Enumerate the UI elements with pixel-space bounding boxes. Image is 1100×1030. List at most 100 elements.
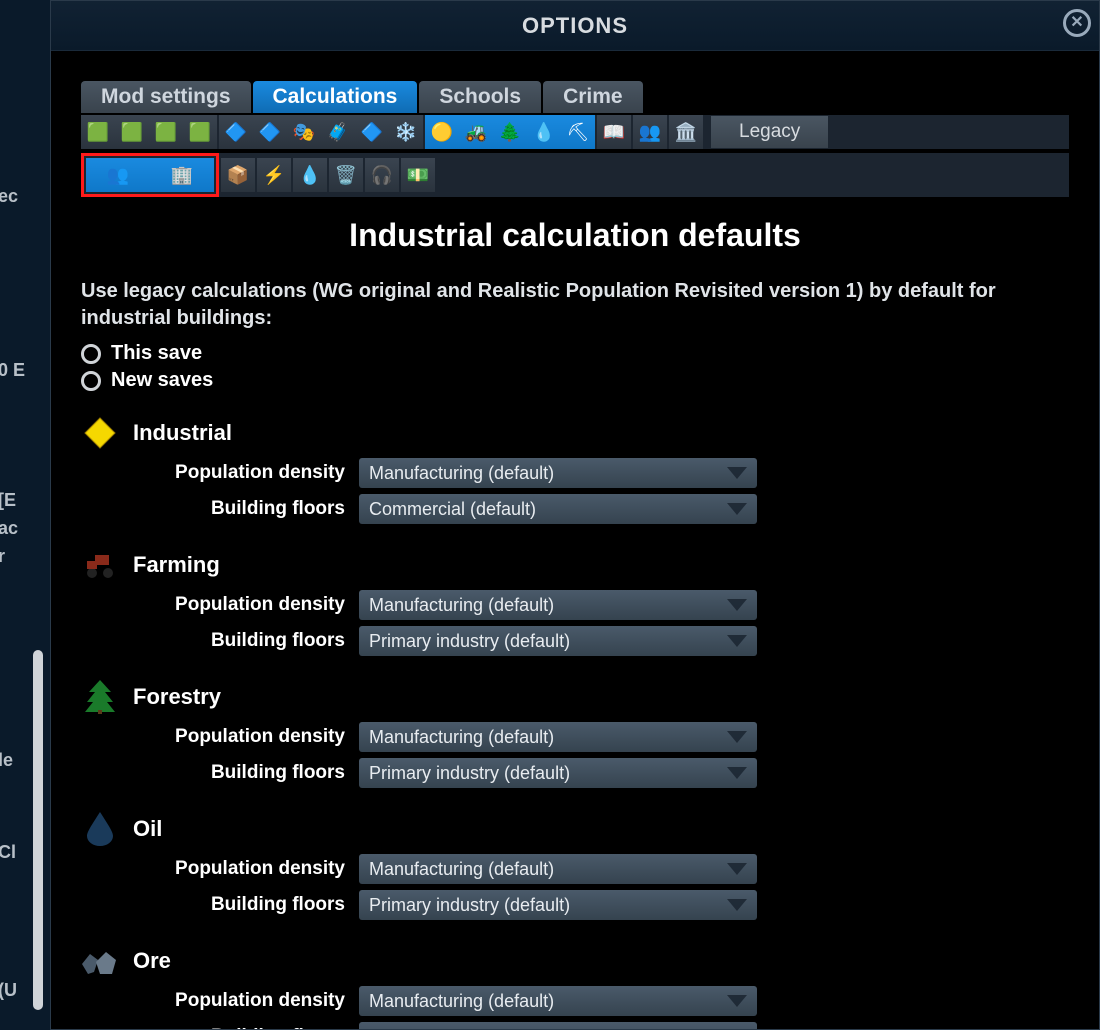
dropdown-forestry-floors[interactable]: Primary industry (default): [359, 758, 757, 788]
field-label-pop: Population density: [135, 990, 345, 1012]
tab-calculations[interactable]: Calculations: [253, 81, 418, 113]
section-title: Industrial: [133, 420, 232, 446]
subtab-water-icon[interactable]: 💧: [293, 158, 327, 192]
field-label-pop: Population density: [135, 594, 345, 616]
subtab-noise-icon[interactable]: 🎧: [365, 158, 399, 192]
chevron-down-icon: [727, 467, 747, 479]
ind-ore-icon[interactable]: ⛏: [561, 115, 595, 149]
dropdown-industrial-pop[interactable]: Manufacturing (default): [359, 458, 757, 488]
dropdown-farming-pop[interactable]: Manufacturing (default): [359, 590, 757, 620]
res-eco-icon[interactable]: 🟩: [183, 115, 217, 149]
oil-icon: [81, 810, 119, 848]
dropdown-industrial-floors[interactable]: Commercial (default): [359, 494, 757, 524]
ind-generic-icon[interactable]: 🟡: [425, 115, 459, 149]
close-button[interactable]: ✕: [1063, 9, 1091, 37]
title-bar: OPTIONS ✕: [51, 1, 1099, 51]
field-label-floors: Building floors: [135, 630, 345, 652]
radio-label: New saves: [111, 369, 213, 392]
dropdown-farming-floors[interactable]: Primary industry (default): [359, 626, 757, 656]
section-farming: Farming Population density Manufacturing…: [81, 546, 1069, 656]
extra-group-1: 👥: [633, 115, 667, 149]
chevron-down-icon: [727, 767, 747, 779]
com-leisure-icon[interactable]: 🎭: [287, 115, 321, 149]
chevron-down-icon: [727, 995, 747, 1007]
com-cold-icon[interactable]: ❄️: [389, 115, 423, 149]
chevron-down-icon: [727, 503, 747, 515]
dropdown-ore-pop[interactable]: Manufacturing (default): [359, 986, 757, 1016]
highlighted-subtabs: 👥 🏢: [81, 153, 219, 197]
close-icon: ✕: [1070, 15, 1083, 31]
chevron-down-icon: [727, 731, 747, 743]
office-group: 📖: [597, 115, 631, 149]
window-title: OPTIONS: [522, 13, 628, 39]
field-label-pop: Population density: [135, 462, 345, 484]
forestry-icon: [81, 678, 119, 716]
com-tourist-icon[interactable]: 🧳: [321, 115, 355, 149]
dropdown-oil-pop[interactable]: Manufacturing (default): [359, 854, 757, 884]
com-high-icon[interactable]: 🔷: [253, 115, 287, 149]
tab-crime[interactable]: Crime: [543, 81, 643, 113]
page-title: Industrial calculation defaults: [81, 217, 1069, 254]
section-forestry: Forestry Population density Manufacturin…: [81, 678, 1069, 788]
options-window: OPTIONS ✕ Mod settings Calculations Scho…: [50, 0, 1100, 1030]
office-icon[interactable]: 📖: [597, 115, 631, 149]
subtab-electricity-icon[interactable]: ⚡: [257, 158, 291, 192]
monument-icon[interactable]: 🏛️: [669, 115, 703, 149]
residential-group: 🟩 🟩 🟩 🟩: [81, 115, 217, 149]
field-label-floors: Building floors: [135, 498, 345, 520]
subtab-money-icon[interactable]: 💵: [401, 158, 435, 192]
field-label-pop: Population density: [135, 726, 345, 748]
dropdown-forestry-pop[interactable]: Manufacturing (default): [359, 722, 757, 752]
section-title: Oil: [133, 816, 162, 842]
category-icon-row: 🟩 🟩 🟩 🟩 🔷 🔷 🎭 🧳 🔷 ❄️ 🟡 🚜 🌲 💧 ⛏: [81, 115, 1069, 149]
ind-forestry-icon[interactable]: 🌲: [493, 115, 527, 149]
field-label-floors: Building floors: [135, 762, 345, 784]
ind-farming-icon[interactable]: 🚜: [459, 115, 493, 149]
com-low-icon[interactable]: 🔷: [219, 115, 253, 149]
radio-this-save[interactable]: This save: [81, 342, 1069, 365]
com-eco-icon[interactable]: 🔷: [355, 115, 389, 149]
radio-icon: [81, 371, 101, 391]
res-low-icon[interactable]: 🟩: [81, 115, 115, 149]
extra-group-2: 🏛️: [669, 115, 703, 149]
subtab-garbage-icon[interactable]: 🗑️: [329, 158, 363, 192]
radio-new-saves[interactable]: New saves: [81, 369, 1069, 392]
ind-oil-icon[interactable]: 💧: [527, 115, 561, 149]
background-fragments: ec 0 E [E ac r le Cl (U: [0, 0, 50, 1030]
field-label-floors: Building floors: [135, 1026, 345, 1029]
res-high-icon[interactable]: 🟩: [115, 115, 149, 149]
radio-icon: [81, 344, 101, 364]
radio-label: This save: [111, 342, 202, 365]
tab-mod-settings[interactable]: Mod settings: [81, 81, 251, 113]
section-title: Forestry: [133, 684, 221, 710]
section-industrial: Industrial Population density Manufactur…: [81, 414, 1069, 524]
industrial-group: 🟡 🚜 🌲 💧 ⛏: [425, 115, 595, 149]
field-label-floors: Building floors: [135, 894, 345, 916]
content-area: Mod settings Calculations Schools Crime …: [51, 51, 1099, 1029]
left-scrollbar[interactable]: [33, 650, 43, 1010]
section-ore: Ore Population density Manufacturing (de…: [81, 942, 1069, 1029]
people-icon[interactable]: 👥: [633, 115, 667, 149]
subtab-population-icon[interactable]: 👥: [86, 158, 150, 192]
dropdown-ore-floors[interactable]: Primary industry (default): [359, 1022, 757, 1029]
tab-schools[interactable]: Schools: [419, 81, 541, 113]
section-oil: Oil Population density Manufacturing (de…: [81, 810, 1069, 920]
legacy-button[interactable]: Legacy: [711, 116, 828, 148]
chevron-down-icon: [727, 863, 747, 875]
commercial-group: 🔷 🔷 🎭 🧳 🔷 ❄️: [219, 115, 423, 149]
dropdown-oil-floors[interactable]: Primary industry (default): [359, 890, 757, 920]
chevron-down-icon: [727, 599, 747, 611]
section-title: Farming: [133, 552, 220, 578]
industrial-icon: [81, 414, 119, 452]
farming-icon: [81, 546, 119, 584]
chevron-down-icon: [727, 635, 747, 647]
res-wall-icon[interactable]: 🟩: [149, 115, 183, 149]
chevron-down-icon: [727, 899, 747, 911]
subtab-goods-icon[interactable]: 📦: [221, 158, 255, 192]
field-label-pop: Population density: [135, 858, 345, 880]
subtab-building-icon[interactable]: 🏢: [150, 158, 214, 192]
section-title: Ore: [133, 948, 171, 974]
main-tabs: Mod settings Calculations Schools Crime: [81, 81, 1069, 113]
legacy-description: Use legacy calculations (WG original and…: [81, 278, 1069, 332]
ore-icon: [81, 942, 119, 980]
